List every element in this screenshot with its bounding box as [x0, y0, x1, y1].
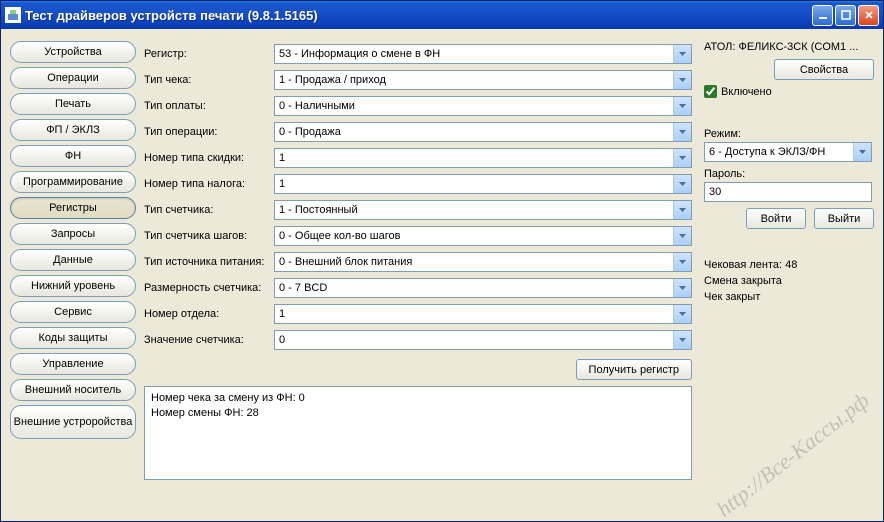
mode-combo[interactable]: 6 - Доступа к ЭКЛЗ/ФН: [704, 142, 872, 162]
dropdown-arrow-icon: [673, 227, 691, 245]
counter-value-label: Значение счетчика:: [144, 334, 274, 346]
counter-type-combo[interactable]: 1 - Постоянный: [274, 200, 692, 220]
sidebar-item-devices[interactable]: Устройства: [10, 41, 136, 63]
watermark: http://Все-Кассы.рф: [712, 388, 875, 522]
counter-type-label: Тип счетчика:: [144, 204, 274, 216]
sidebar-item-queries[interactable]: Запросы: [10, 223, 136, 245]
dropdown-arrow-icon: [673, 253, 691, 271]
password-label: Пароль:: [704, 168, 874, 180]
title-bar: Тест драйверов устройств печати (9.8.1.5…: [1, 1, 883, 29]
discount-type-no-label: Номер типа скидки:: [144, 152, 274, 164]
enter-button[interactable]: Войти: [746, 208, 806, 229]
password-input[interactable]: [704, 182, 872, 202]
enabled-checkbox[interactable]: [704, 85, 717, 98]
sidebar-item-print[interactable]: Печать: [10, 93, 136, 115]
counter-value-combo[interactable]: 0: [274, 330, 692, 350]
department-no-label: Номер отдела:: [144, 308, 274, 320]
sidebar-item-low-level[interactable]: Нижний уровень: [10, 275, 136, 297]
dropdown-arrow-icon: [673, 71, 691, 89]
dropdown-arrow-icon: [673, 123, 691, 141]
check-type-combo[interactable]: 1 - Продажа / приход: [274, 70, 692, 90]
sidebar-item-protection-codes[interactable]: Коды защиты: [10, 327, 136, 349]
minimize-button[interactable]: [812, 5, 833, 26]
dropdown-arrow-icon: [673, 279, 691, 297]
power-source-type-combo[interactable]: 0 - Внешний блок питания: [274, 252, 692, 272]
department-no-combo[interactable]: 1: [274, 304, 692, 324]
step-counter-type-combo[interactable]: 0 - Общее кол-во шагов: [274, 226, 692, 246]
sidebar-item-service[interactable]: Сервис: [10, 301, 136, 323]
sidebar-item-fp-eklz[interactable]: ФП / ЭКЛЗ: [10, 119, 136, 141]
dropdown-arrow-icon: [673, 97, 691, 115]
output-line-2: Номер смены ФН: 28: [151, 406, 685, 421]
right-panel: АТОЛ: ФЕЛИКС-3СК (COM1 ... Свойства Вклю…: [704, 41, 874, 305]
status-line-3: Чек закрыт: [704, 289, 874, 305]
enabled-label: Включено: [721, 86, 772, 98]
status-block: Чековая лента: 48 Смена закрыта Чек закр…: [704, 257, 874, 305]
counter-dimension-label: Размерность счетчика:: [144, 282, 274, 294]
sidebar-item-programming[interactable]: Программирование: [10, 171, 136, 193]
mode-label: Режим:: [704, 128, 874, 140]
maximize-button[interactable]: [835, 5, 856, 26]
main-panel: Регистр:53 - Информация о смене в ФН Тип…: [144, 41, 692, 480]
register-combo[interactable]: 53 - Информация о смене в ФН: [274, 44, 692, 64]
payment-type-label: Тип оплаты:: [144, 100, 274, 112]
status-line-2: Смена закрыта: [704, 273, 874, 289]
app-icon: [5, 7, 21, 23]
window-title: Тест драйверов устройств печати (9.8.1.5…: [25, 8, 812, 23]
sidebar-item-data[interactable]: Данные: [10, 249, 136, 271]
sidebar-item-external-devices[interactable]: Внешние устроройства: [10, 405, 136, 439]
sidebar-item-control[interactable]: Управление: [10, 353, 136, 375]
exit-button[interactable]: Выйти: [814, 208, 874, 229]
output-area: Номер чека за смену из ФН: 0 Номер смены…: [144, 386, 692, 480]
dropdown-arrow-icon: [673, 149, 691, 167]
tax-type-no-label: Номер типа налога:: [144, 178, 274, 190]
sidebar-item-registers[interactable]: Регистры: [10, 197, 136, 219]
app-window: Тест драйверов устройств печати (9.8.1.5…: [0, 0, 884, 522]
get-register-button[interactable]: Получить регистр: [576, 359, 692, 380]
operation-type-combo[interactable]: 0 - Продажа: [274, 122, 692, 142]
dropdown-arrow-icon: [673, 201, 691, 219]
counter-dimension-combo[interactable]: 0 - 7 BCD: [274, 278, 692, 298]
register-label: Регистр:: [144, 48, 274, 60]
payment-type-combo[interactable]: 0 - Наличными: [274, 96, 692, 116]
step-counter-type-label: Тип счетчика шагов:: [144, 230, 274, 242]
dropdown-arrow-icon: [673, 331, 691, 349]
output-line-1: Номер чека за смену из ФН: 0: [151, 391, 685, 406]
power-source-type-label: Тип источника питания:: [144, 256, 274, 268]
status-line-1: Чековая лента: 48: [704, 257, 874, 273]
operation-type-label: Тип операции:: [144, 126, 274, 138]
device-name: АТОЛ: ФЕЛИКС-3СК (COM1 ...: [704, 41, 874, 53]
sidebar-item-operations[interactable]: Операции: [10, 67, 136, 89]
dropdown-arrow-icon: [673, 305, 691, 323]
dropdown-arrow-icon: [673, 175, 691, 193]
dropdown-arrow-icon: [853, 143, 871, 161]
tax-type-no-combo[interactable]: 1: [274, 174, 692, 194]
sidebar-item-fn[interactable]: ФН: [10, 145, 136, 167]
sidebar: Устройства Операции Печать ФП / ЭКЛЗ ФН …: [10, 41, 136, 443]
sidebar-item-external-media[interactable]: Внешний носитель: [10, 379, 136, 401]
dropdown-arrow-icon: [673, 45, 691, 63]
check-type-label: Тип чека:: [144, 74, 274, 86]
discount-type-no-combo[interactable]: 1: [274, 148, 692, 168]
close-button[interactable]: [858, 5, 879, 26]
client-area: Устройства Операции Печать ФП / ЭКЛЗ ФН …: [4, 29, 880, 518]
properties-button[interactable]: Свойства: [774, 59, 874, 80]
